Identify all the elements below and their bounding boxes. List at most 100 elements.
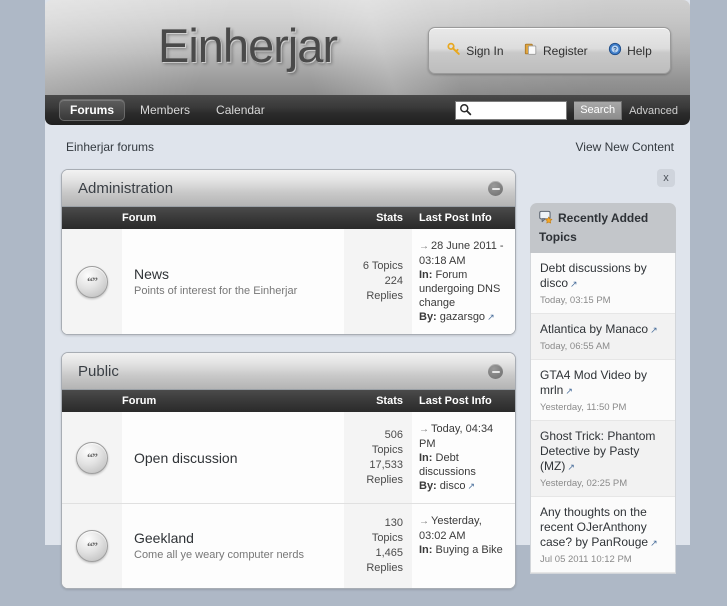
topic-label: Topics	[371, 443, 403, 456]
speech-bubble-star-icon	[539, 210, 554, 229]
collapse-toggle-icon[interactable]	[488, 181, 503, 196]
nav-item-forums[interactable]: Forums	[59, 99, 126, 121]
topic-timestamp: Jul 05 2011 10:12 PM	[540, 554, 632, 565]
recently-added-topics-panel: Recently Added Topics Debt discussions b…	[530, 203, 676, 574]
topic-timestamp: Today, 03:15 PM	[540, 295, 611, 306]
last-post-date-line: → 28 June 2011 - 03:18 AM	[419, 239, 509, 268]
external-link-icon[interactable]: ↗	[487, 310, 495, 324]
topic-link[interactable]: Any thoughts on the recent OJerAnthony c…	[540, 505, 666, 551]
list-item[interactable]: Debt discussions by disco ↗ Today, 03:15 …	[531, 253, 675, 314]
category-title: Public	[78, 362, 119, 380]
table-header-stats: Stats	[376, 212, 403, 224]
main-navigation: Forums Members Calendar Search Advanced	[45, 95, 690, 125]
category-public: Public Forum Stats Last Post Info “” Ope…	[61, 352, 516, 589]
in-label: In:	[419, 269, 433, 281]
table-header-last-post: Last Post Info	[419, 212, 492, 224]
external-link-icon[interactable]: ↗	[650, 323, 658, 338]
reply-label: Replies	[366, 290, 403, 302]
forum-link[interactable]: Geekland	[134, 530, 334, 546]
page-body: Administration Forum Stats Last Post Inf…	[45, 169, 690, 606]
forum-stats-cell: 130 Topics 1,465 Replies	[344, 504, 412, 588]
forum-link[interactable]: News	[134, 266, 334, 282]
goto-post-arrow-icon[interactable]: →	[419, 423, 429, 437]
search-area: Search Advanced	[455, 101, 678, 120]
table-header-last-post: Last Post Info	[419, 395, 492, 407]
nav-item-calendar[interactable]: Calendar	[205, 99, 276, 121]
category-title: Administration	[78, 179, 174, 197]
external-link-icon[interactable]: ↗	[565, 384, 573, 399]
table-row[interactable]: “” Open discussion 506 Topics 17,533 Rep…	[62, 412, 515, 504]
page-title: Einherjar	[158, 19, 338, 72]
register-button[interactable]: Register	[524, 42, 588, 59]
last-post-topic[interactable]: Forum undergoing DNS change	[419, 269, 500, 309]
reply-count: 1,465	[375, 547, 403, 559]
sign-in-label: Sign In	[466, 43, 504, 58]
last-post-topic-line: In: Buying a Bike	[419, 543, 509, 557]
breadcrumb-row: Einherjar forums View New Content	[45, 125, 690, 169]
table-header-row: Forum Stats Last Post Info	[62, 207, 515, 229]
goto-post-arrow-icon[interactable]: →	[419, 515, 429, 529]
list-item[interactable]: Atlantica by Manaco ↗ Today, 06:55 AM	[531, 314, 675, 360]
external-link-icon[interactable]: ↗	[567, 460, 575, 475]
help-button[interactable]: ? Help	[608, 42, 652, 59]
collapse-toggle-icon[interactable]	[488, 364, 503, 379]
topic-link[interactable]: Atlantica by Manaco ↗	[540, 322, 666, 338]
help-label: Help	[627, 43, 652, 58]
reply-label: Replies	[366, 473, 403, 486]
search-icon	[459, 103, 472, 119]
topic-title: Debt discussions by disco	[540, 261, 647, 290]
sign-in-button[interactable]: Sign In	[447, 42, 504, 59]
goto-post-arrow-icon[interactable]: →	[419, 240, 429, 254]
table-row[interactable]: “” Geekland Come all ye weary computer n…	[62, 504, 515, 588]
reply-count: 224	[384, 275, 403, 287]
nav-item-members[interactable]: Members	[129, 99, 201, 121]
topic-count: 506	[384, 428, 403, 441]
table-row[interactable]: “” News Points of interest for the Einhe…	[62, 229, 515, 334]
external-link-icon[interactable]: ↗	[650, 536, 658, 551]
search-field-wrapper[interactable]	[455, 101, 568, 120]
list-item[interactable]: Ghost Trick: Phantom Detective by Pasty …	[531, 421, 675, 497]
last-post-date: 28 June 2011 - 03:18 AM	[419, 240, 504, 267]
topic-link[interactable]: GTA4 Mod Video by mrln ↗	[540, 368, 666, 399]
forum-quote-icon: “”	[76, 530, 108, 562]
external-link-icon[interactable]: ↗	[570, 277, 578, 292]
forum-info-cell: News Points of interest for the Einherja…	[122, 229, 344, 334]
forum-stats-cell: 506 Topics 17,533 Replies	[344, 412, 412, 503]
table-header-forum: Forum	[122, 212, 157, 224]
view-new-content-link[interactable]: View New Content	[576, 140, 675, 154]
topic-link[interactable]: Debt discussions by disco ↗	[540, 261, 666, 292]
category-header: Public	[62, 353, 515, 390]
forum-quote-icon: “”	[76, 441, 108, 474]
sidebar-topic-list: Debt discussions by disco ↗ Today, 03:15 …	[530, 253, 676, 574]
svg-text:?: ?	[613, 47, 617, 54]
breadcrumb: Einherjar forums	[66, 140, 155, 154]
last-post-topic[interactable]: Buying a Bike	[436, 544, 503, 556]
by-label: By:	[419, 311, 437, 323]
user-links-bar: Sign In Register ? Help	[428, 27, 671, 74]
forum-icon-cell: “”	[62, 412, 122, 503]
in-label: In:	[419, 544, 433, 556]
search-button[interactable]: Search	[574, 101, 623, 120]
in-label: In:	[419, 452, 433, 464]
topic-link[interactable]: Ghost Trick: Phantom Detective by Pasty …	[540, 429, 666, 475]
sidebar-close-button[interactable]: x	[657, 169, 675, 187]
table-header-stats: Stats	[376, 395, 403, 407]
forum-list-column: Administration Forum Stats Last Post Inf…	[61, 169, 516, 606]
list-item[interactable]: Any thoughts on the recent OJerAnthony c…	[531, 497, 675, 573]
last-post-author[interactable]: disco	[440, 480, 466, 492]
last-post-author[interactable]: gazarsgo	[440, 311, 485, 323]
clipboard-icon	[524, 42, 538, 59]
advanced-search-link[interactable]: Advanced	[629, 105, 678, 117]
topic-title: Atlantica by Manaco	[540, 322, 649, 336]
sidebar-column: x Recently Added Topics Debt discussions…	[516, 169, 676, 606]
by-label: By:	[419, 480, 437, 492]
forum-icon-cell: “”	[62, 229, 122, 334]
last-post-cell: → Yesterday, 03:02 AM In: Buying a Bike	[412, 504, 515, 588]
topic-timestamp: Yesterday, 02:25 PM	[540, 478, 628, 489]
last-post-topic-line: In: Forum undergoing DNS change	[419, 268, 509, 310]
external-link-icon[interactable]: ↗	[467, 479, 475, 493]
list-item[interactable]: GTA4 Mod Video by mrln ↗ Yesterday, 11:50…	[531, 360, 675, 421]
table-header-forum: Forum	[122, 395, 157, 407]
forum-link[interactable]: Open discussion	[134, 450, 334, 466]
search-input[interactable]	[472, 102, 565, 119]
